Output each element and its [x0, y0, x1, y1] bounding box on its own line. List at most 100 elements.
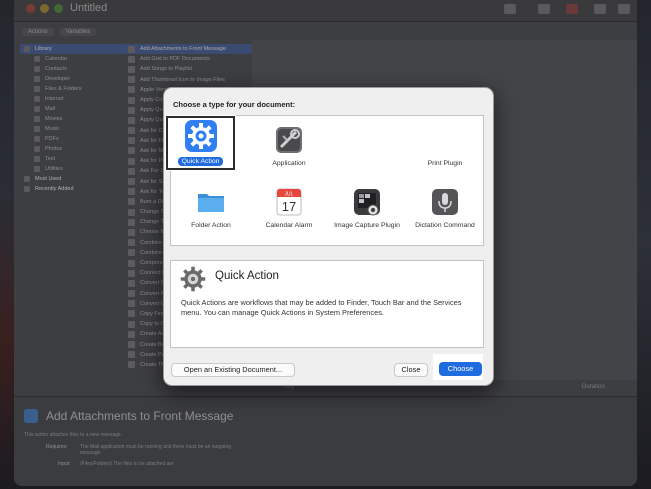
- action-icon: [128, 116, 135, 124]
- category-icon: [34, 86, 40, 92]
- action-icon: [128, 218, 135, 226]
- type-description-text: Quick Actions are workflows that may be …: [181, 298, 462, 317]
- library-item-label: Library: [35, 46, 52, 52]
- action-icon: [128, 157, 135, 165]
- quick-action-gear-icon: [180, 266, 206, 292]
- folder-icon: [198, 194, 224, 212]
- action-item[interactable]: Add Attachments to Front Message: [124, 44, 252, 55]
- type-description-title: Quick Action: [215, 270, 279, 282]
- type-label: Folder Action: [191, 222, 231, 229]
- minimize-window-button[interactable]: [40, 4, 49, 13]
- action-item-label: Add Thumbnail Icon to Image Files: [140, 76, 225, 83]
- type-label: Image Capture Plugin: [334, 222, 400, 229]
- library-item[interactable]: Utilities: [20, 164, 124, 174]
- type-print-plugin[interactable]: Print Plugin: [407, 120, 483, 182]
- media-toolbar-icon[interactable]: [538, 4, 550, 14]
- library-item-label: Files & Folders: [45, 86, 82, 92]
- category-icon: [34, 76, 40, 82]
- action-item[interactable]: Add Grid to PDF Documents: [124, 54, 252, 64]
- title-bar: Untitled: [14, 0, 637, 22]
- input-label: Input:: [58, 461, 71, 467]
- library-item[interactable]: Most Used: [20, 174, 124, 184]
- run-toolbar-icon[interactable]: [618, 4, 630, 14]
- type-dictation-command[interactable]: Dictation Command: [407, 182, 483, 244]
- action-icon: [128, 178, 135, 186]
- type-calendar-alarm[interactable]: JUL 17 Calendar Alarm: [251, 182, 327, 244]
- action-icon: [128, 208, 135, 216]
- category-icon: [34, 136, 40, 142]
- record-toolbar-icon[interactable]: [566, 4, 578, 14]
- library-item[interactable]: Text: [20, 154, 124, 164]
- requires-label: Requires:: [46, 444, 68, 450]
- action-icon: [128, 106, 135, 114]
- category-icon: [34, 156, 40, 162]
- library-item[interactable]: Files & Folders: [20, 84, 124, 94]
- library-item-label: Mail: [45, 106, 56, 112]
- action-icon: [128, 341, 135, 349]
- requires-text: The Mail application must be running and…: [80, 444, 231, 456]
- library-item[interactable]: PDFs: [20, 134, 124, 144]
- step-toolbar-icon[interactable]: [594, 4, 606, 14]
- type-image-capture-plugin[interactable]: Image Capture Plugin: [329, 182, 405, 244]
- action-icon: [128, 361, 135, 369]
- type-label: Calendar Alarm: [265, 222, 313, 229]
- choose-button[interactable]: Choose: [439, 362, 482, 376]
- action-icon: [128, 86, 135, 94]
- image-capture-icon: [354, 189, 380, 216]
- library-toolbar-icon[interactable]: [504, 4, 516, 14]
- action-icon: [128, 76, 135, 84]
- library-item-label: Movies: [45, 116, 63, 122]
- action-summary: This action attaches files to a new mess…: [24, 432, 123, 438]
- library-item[interactable]: Calendar: [20, 54, 124, 64]
- zoom-window-button[interactable]: [54, 4, 63, 13]
- library-item[interactable]: Music: [20, 124, 124, 134]
- library-item[interactable]: Photos: [20, 144, 124, 154]
- input-text: (Files/Folders) The files to be attached…: [80, 461, 174, 467]
- action-icon: [128, 310, 135, 318]
- action-item[interactable]: Add Songs to Playlist: [124, 64, 252, 74]
- action-icon: [128, 137, 135, 145]
- type-quick-action[interactable]: Quick Action: [165, 115, 236, 171]
- action-icon: [128, 55, 135, 63]
- library-item[interactable]: Internet: [20, 94, 124, 104]
- window-title: Untitled: [70, 2, 108, 14]
- category-icon: [34, 66, 40, 72]
- action-item[interactable]: Add Thumbnail Icon to Image Files: [124, 75, 252, 85]
- action-icon: [128, 228, 135, 236]
- library-item-label: Music: [45, 126, 60, 132]
- tab-variables[interactable]: Variables: [59, 28, 97, 36]
- mail-action-icon: [24, 409, 38, 423]
- category-icon: [24, 46, 30, 52]
- close-window-button[interactable]: [26, 4, 35, 13]
- category-icon: [34, 56, 40, 62]
- type-application[interactable]: Application: [251, 120, 327, 182]
- library-item-label: Developer: [45, 76, 71, 82]
- library-item-label: Recently Added: [35, 186, 74, 192]
- library-item[interactable]: Mail: [20, 104, 124, 114]
- library-item[interactable]: Contacts: [20, 64, 124, 74]
- dialog-prompt: Choose a type for your document:: [173, 100, 296, 109]
- library-item-label: Internet: [45, 96, 64, 102]
- type-folder-action[interactable]: Folder Action: [173, 182, 249, 244]
- calendar-month: JUL: [285, 191, 294, 197]
- category-icon: [24, 186, 30, 192]
- action-item-label: Add Attachments to Front Message: [140, 46, 226, 53]
- open-existing-document-button[interactable]: Open an Existing Document...: [171, 363, 295, 377]
- library-item-label: Most Used: [35, 176, 62, 182]
- action-icon: [128, 351, 135, 359]
- tab-actions[interactable]: Actions: [22, 28, 54, 36]
- action-icon: [128, 239, 135, 247]
- library-item[interactable]: Movies: [20, 114, 124, 124]
- category-icon: [34, 146, 40, 152]
- category-icon: [34, 166, 40, 172]
- library-item-label: Text: [45, 156, 56, 162]
- library-list: Library Calendar Contacts Developer Files & …: [20, 44, 124, 384]
- action-icon: [128, 65, 135, 73]
- library-item[interactable]: Recently Added: [20, 184, 124, 194]
- close-button[interactable]: Close: [394, 363, 428, 377]
- library-item[interactable]: Developer: [20, 74, 124, 84]
- calendar-icon: JUL 17: [276, 188, 302, 216]
- action-item-label: Add Songs to Playlist: [140, 66, 192, 73]
- library-item[interactable]: Library: [20, 44, 124, 54]
- category-icon: [34, 96, 40, 102]
